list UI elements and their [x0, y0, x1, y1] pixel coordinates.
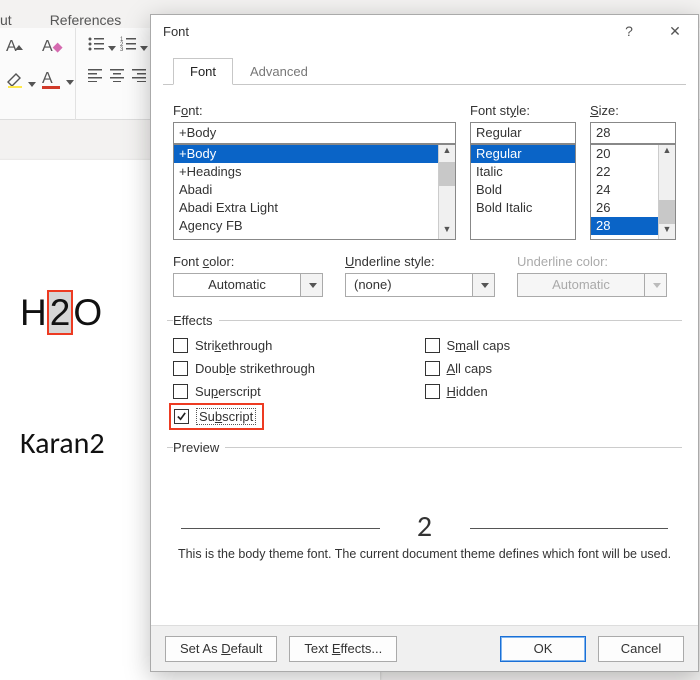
text-effects-button[interactable]: Text Effects... — [289, 636, 397, 662]
smallcaps-checkbox[interactable]: Small caps — [425, 338, 677, 353]
effects-legend: Effects — [173, 313, 219, 328]
superscript-checkbox[interactable]: Superscript — [173, 384, 425, 399]
list-item[interactable]: Agency FB — [174, 217, 455, 235]
ribbon-tab[interactable]: ut — [0, 12, 16, 28]
font-dialog: Font ? ✕ Font Advanced Font: +Body +Body… — [150, 14, 699, 672]
chevron-down-icon[interactable] — [301, 273, 323, 297]
selected-text: 2 — [47, 290, 74, 335]
dialog-titlebar: Font ? ✕ — [151, 15, 698, 47]
preview-box: 2 — [181, 477, 668, 529]
scrollbar[interactable]: ▲ ▼ — [658, 145, 675, 239]
size-listbox[interactable]: 20 22 24 26 28 ▲ ▼ — [590, 144, 676, 240]
preview-character: 2 — [417, 508, 432, 545]
cancel-button[interactable]: Cancel — [598, 636, 684, 662]
dialog-tabstrip: Font Advanced — [163, 57, 686, 85]
clear-formatting-icon[interactable]: A◆ — [42, 38, 63, 56]
svg-text:3: 3 — [120, 47, 124, 52]
size-input[interactable]: 28 — [590, 122, 676, 144]
list-item[interactable]: Bold Italic — [471, 199, 575, 217]
list-item[interactable]: Italic — [471, 163, 575, 181]
fontcolor-combo[interactable]: Automatic — [173, 273, 323, 297]
tab-font[interactable]: Font — [173, 58, 233, 85]
text-char: H — [20, 292, 47, 333]
hidden-checkbox[interactable]: Hidden — [425, 384, 677, 399]
chevron-down-icon — [645, 273, 667, 297]
highlight-icon[interactable] — [6, 70, 36, 91]
align-right-icon[interactable] — [132, 68, 148, 85]
scrollbar[interactable]: ▲ ▼ — [438, 145, 455, 239]
underlinecolor-label: Underline color: — [517, 254, 667, 269]
scroll-down-icon[interactable]: ▼ — [439, 224, 455, 240]
list-item[interactable]: Bold — [471, 181, 575, 199]
list-item[interactable]: +Body — [174, 145, 455, 163]
bullets-icon[interactable] — [88, 36, 116, 55]
scroll-thumb[interactable] — [439, 162, 455, 186]
ribbon-tab[interactable]: References — [46, 12, 126, 28]
dialog-title: Font — [163, 24, 606, 39]
scroll-up-icon[interactable]: ▲ — [439, 145, 455, 162]
fontcolor-label: Font color: — [173, 254, 323, 269]
fontstyle-label: Font style: — [470, 103, 576, 118]
tab-advanced[interactable]: Advanced — [233, 58, 325, 85]
fontstyle-input[interactable]: Regular — [470, 122, 576, 144]
align-left-icon[interactable] — [88, 68, 104, 85]
text-char: O — [73, 292, 102, 333]
underlinecolor-combo: Automatic — [517, 273, 667, 297]
underlinestyle-label: Underline style: — [345, 254, 495, 269]
align-center-icon[interactable] — [110, 68, 126, 85]
set-as-default-button[interactable]: Set As Default — [165, 636, 277, 662]
double-strikethrough-checkbox[interactable]: Double strikethrough — [173, 361, 425, 376]
preview-note: This is the body theme font. The current… — [173, 547, 676, 561]
help-button[interactable]: ? — [606, 15, 652, 47]
underlinestyle-value: (none) — [345, 273, 473, 297]
font-input[interactable]: +Body — [173, 122, 456, 144]
list-item[interactable]: Regular — [471, 145, 575, 163]
scroll-up-icon[interactable]: ▲ — [659, 145, 675, 162]
close-button[interactable]: ✕ — [652, 15, 698, 47]
numbering-icon[interactable]: 123 — [120, 36, 148, 55]
font-color-icon[interactable]: A — [42, 70, 60, 103]
ok-button[interactable]: OK — [500, 636, 586, 662]
allcaps-checkbox[interactable]: All caps — [425, 361, 677, 376]
scroll-thumb[interactable] — [659, 200, 675, 224]
chevron-down-icon[interactable] — [473, 273, 495, 297]
size-label: Size: — [590, 103, 676, 118]
subscript-checkbox[interactable]: Subscript — [173, 407, 260, 426]
effects-group: Effects Strikethrough Double strikethrou… — [167, 313, 682, 426]
underlinestyle-combo[interactable]: (none) — [345, 273, 495, 297]
fontstyle-listbox[interactable]: Regular Italic Bold Bold Italic — [470, 144, 576, 240]
list-item[interactable]: +Headings — [174, 163, 455, 181]
list-item[interactable]: Abadi — [174, 181, 455, 199]
preview-group: Preview 2 This is the body theme font. T… — [167, 440, 682, 561]
font-listbox[interactable]: +Body +Headings Abadi Abadi Extra Light … — [173, 144, 456, 240]
strikethrough-checkbox[interactable]: Strikethrough — [173, 338, 425, 353]
underlinecolor-value: Automatic — [517, 273, 645, 297]
list-item[interactable]: Abadi Extra Light — [174, 199, 455, 217]
preview-legend: Preview — [173, 440, 225, 455]
fontcolor-value: Automatic — [173, 273, 301, 297]
scroll-down-icon[interactable]: ▼ — [659, 224, 675, 240]
increase-font-icon[interactable]: A — [6, 38, 23, 56]
dialog-footer: Set As Default Text Effects... OK Cancel — [151, 625, 698, 671]
font-label: Font: — [173, 103, 456, 118]
